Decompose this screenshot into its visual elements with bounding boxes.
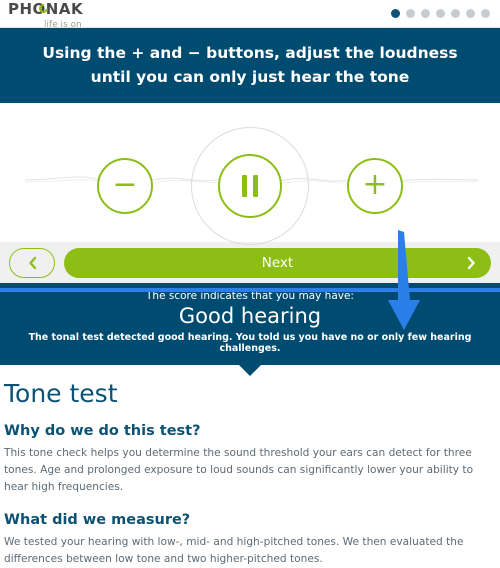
play-pause-button[interactable] — [218, 154, 282, 218]
instruction-text: Using the + and − buttons, adjust the lo… — [42, 44, 458, 86]
back-button[interactable] — [9, 247, 55, 278]
top-bar: PHONAK life is on — [0, 0, 500, 31]
navigation-bar: Next — [0, 242, 500, 283]
minus-icon: − — [112, 166, 138, 202]
section-heading-measure: What did we measure? — [4, 512, 191, 528]
progress-dot-1[interactable] — [391, 9, 400, 18]
results-pointer-triangle — [239, 365, 261, 376]
score-description: The tonal test detected good hearing. Yo… — [28, 332, 472, 354]
page-title: Tone test — [4, 379, 118, 408]
progress-dot-7[interactable] — [481, 9, 490, 18]
progress-dot-6[interactable] — [466, 9, 475, 18]
pause-icon-bar-2 — [253, 175, 258, 197]
section-heading-why: Why do we do this test? — [4, 423, 201, 439]
progress-dots — [391, 9, 490, 18]
next-button[interactable]: Next — [64, 247, 491, 278]
tone-player: − + — [0, 103, 500, 245]
section-body-measure: We tested your hearing with low-, mid- a… — [4, 536, 464, 565]
chevron-right-icon — [466, 256, 477, 270]
section-body-why: This tone check helps you determine the … — [4, 447, 474, 493]
progress-dot-5[interactable] — [451, 9, 460, 18]
progress-dot-2[interactable] — [406, 9, 415, 18]
pause-icon — [242, 175, 247, 197]
next-button-label: Next — [261, 254, 294, 271]
instruction-banner: Using the + and − buttons, adjust the lo… — [0, 28, 500, 115]
score-value: Good hearing — [178, 304, 322, 328]
progress-dot-4[interactable] — [436, 9, 445, 18]
results-panel: The score indicates that you may have: G… — [0, 283, 500, 376]
player-controls: − + — [0, 127, 500, 245]
chevron-left-icon — [28, 256, 36, 269]
plus-icon: + — [362, 166, 388, 202]
score-label: The score indicates that you may have: — [146, 290, 354, 302]
article-section: Tone test Why do we do this test? This t… — [0, 365, 500, 568]
progress-dot-3[interactable] — [421, 9, 430, 18]
tone-ring — [191, 127, 309, 245]
phonak-logo[interactable]: PHONAK life is on — [8, 1, 148, 31]
increase-volume-button[interactable]: + — [347, 158, 403, 214]
decrease-volume-button[interactable]: − — [97, 158, 153, 214]
